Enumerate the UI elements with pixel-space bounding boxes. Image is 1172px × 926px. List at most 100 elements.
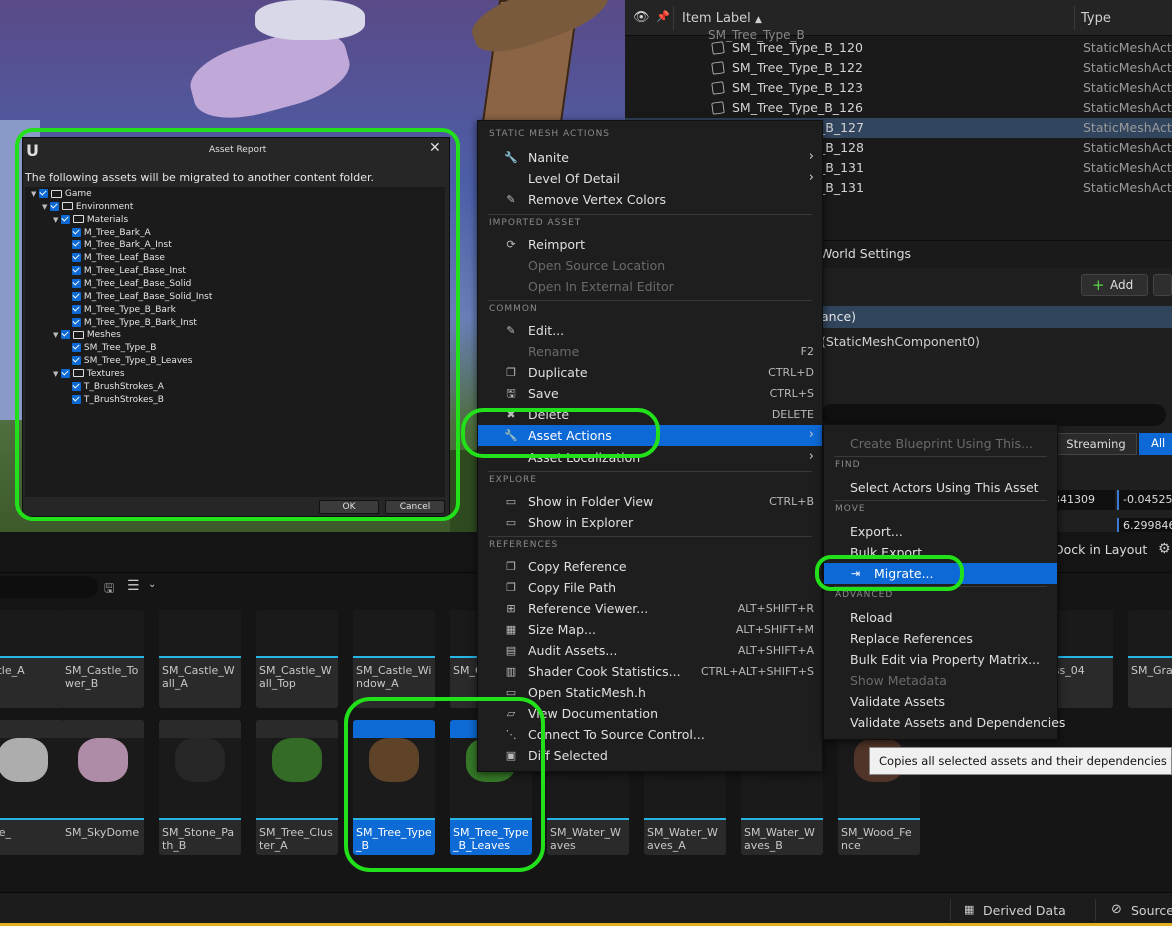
- tree-folder-row[interactable]: ▼ Environment: [42, 201, 133, 215]
- details-search-input[interactable]: [821, 404, 1166, 426]
- menu-item-asset-actions[interactable]: 🔧 Asset Actions ›: [478, 425, 822, 446]
- submenu-item-show-metadata[interactable]: Show Metadata: [824, 670, 1057, 691]
- tree-asset-row[interactable]: M_Tree_Leaf_Base_Inst: [64, 266, 186, 279]
- save-icon[interactable]: 🖫: [104, 579, 114, 600]
- menu-item-connect-to-source-control[interactable]: ⋱ Connect To Source Control...: [478, 724, 822, 745]
- pin-icon[interactable]: 📌: [656, 10, 670, 23]
- tree-folder-row[interactable]: ▼ Game: [31, 189, 92, 202]
- close-icon[interactable]: ✕: [429, 140, 441, 156]
- tree-asset-row[interactable]: M_Tree_Bark_A_Inst: [64, 240, 172, 253]
- menu-item-asset-localization[interactable]: Asset Localization ›: [478, 447, 822, 468]
- submenu-item-create-blueprint-using-this[interactable]: Create Blueprint Using This...: [824, 433, 1057, 454]
- asset-checkbox[interactable]: [72, 253, 81, 263]
- outliner-row[interactable]: SM_Tree_Type_B_120 StaticMeshActor: [625, 38, 1172, 58]
- submenu-item-validate-assets-and-dependencies[interactable]: Validate Assets and Dependencies: [824, 712, 1065, 733]
- asset-tile[interactable]: SM_Castle_Wall_A: [159, 610, 241, 708]
- submenu-item-migrate[interactable]: ⇥ Migrate...: [824, 563, 1057, 584]
- asset-checkbox[interactable]: [72, 381, 81, 391]
- asset-checkbox[interactable]: [72, 343, 81, 353]
- submenu-item-bulk-export[interactable]: Bulk Export: [824, 542, 1057, 563]
- expand-arrow-icon[interactable]: ▼: [53, 216, 61, 224]
- asset-tile[interactable]: SM_SkyDome: [62, 720, 144, 855]
- menu-item-rename[interactable]: Rename F2: [478, 341, 822, 362]
- submenu-item-replace-references[interactable]: Replace References: [824, 628, 1057, 649]
- outliner-row[interactable]: SM_Tree_Type_B_123 StaticMeshActor: [625, 78, 1172, 98]
- menu-item-show-in-folder-view[interactable]: ▭ Show in Folder View CTRL+B: [478, 491, 822, 512]
- world-settings-tab[interactable]: World Settings: [820, 246, 911, 261]
- submenu-item-validate-assets[interactable]: Validate Assets: [824, 691, 1057, 712]
- asset-tile[interactable]: SM_Castle_Window_A: [353, 610, 435, 708]
- submenu-item-reload[interactable]: Reload: [824, 607, 1057, 628]
- dock-in-layout-button[interactable]: Dock in Layout: [1054, 542, 1147, 557]
- tree-folder-row[interactable]: ▼ Meshes: [53, 330, 121, 343]
- all-filter-button[interactable]: All: [1139, 433, 1172, 455]
- expand-arrow-icon[interactable]: ▼: [42, 203, 50, 211]
- menu-item-size-map[interactable]: ▦ Size Map... ALT+SHIFT+M: [478, 619, 822, 640]
- menu-item-save[interactable]: 🖫 Save CTRL+S: [478, 383, 822, 404]
- content-search-input[interactable]: [0, 576, 98, 598]
- menu-item-open-in-external-editor[interactable]: Open In External Editor: [478, 276, 822, 297]
- menu-item-reimport[interactable]: ⟳ Reimport: [478, 234, 822, 255]
- tree-asset-row[interactable]: SM_Tree_Type_B: [64, 343, 156, 356]
- tree-asset-row[interactable]: M_Tree_Type_B_Bark: [64, 304, 176, 318]
- asset-checkbox[interactable]: [61, 214, 70, 224]
- menu-item-duplicate[interactable]: ❐ Duplicate CTRL+D: [478, 362, 822, 383]
- tree-folder-row[interactable]: ▼ Textures: [53, 368, 125, 382]
- asset-checkbox[interactable]: [72, 394, 81, 404]
- menu-item-diff-selected[interactable]: ▣ Diff Selected: [478, 745, 822, 766]
- tree-asset-row[interactable]: SM_Tree_Type_B_Leaves: [64, 356, 192, 369]
- tree-asset-row[interactable]: M_Tree_Leaf_Base_Solid_Inst: [64, 291, 212, 305]
- asset-tile[interactable]: ape_: [0, 720, 64, 855]
- asset-checkbox[interactable]: [61, 368, 70, 378]
- cancel-button[interactable]: Cancel: [385, 500, 445, 514]
- column-item-label[interactable]: Item Label ▲: [682, 11, 762, 26]
- outliner-row[interactable]: SM_Tree_Type_B_122 StaticMeshActor: [625, 58, 1172, 78]
- column-type[interactable]: Type: [1081, 11, 1111, 26]
- tree-folder-row[interactable]: ▼ Materials: [53, 214, 128, 228]
- ok-button[interactable]: OK: [319, 500, 379, 514]
- menu-item-view-documentation[interactable]: ▱ View Documentation: [478, 703, 822, 724]
- menu-item-reference-viewer[interactable]: ⊞ Reference Viewer... ALT+SHIFT+R: [478, 598, 822, 619]
- asset-checkbox[interactable]: [72, 240, 81, 250]
- asset-checkbox[interactable]: [72, 278, 81, 288]
- menu-item-remove-vertex-colors[interactable]: ✎ Remove Vertex Colors: [478, 189, 822, 210]
- asset-checkbox[interactable]: [61, 330, 70, 340]
- asset-tile[interactable]: SM_Castle_Tower_B: [62, 610, 144, 708]
- tree-asset-row[interactable]: M_Tree_Bark_A: [64, 227, 151, 241]
- outliner-row[interactable]: SM_Tree_Type_B_126 StaticMeshActor: [625, 98, 1172, 118]
- asset-checkbox[interactable]: [50, 201, 59, 211]
- asset-tile[interactable]: SM_Gras: [1128, 610, 1172, 708]
- asset-checkbox[interactable]: [39, 189, 48, 198]
- transform-field[interactable]: -0.045251: [1117, 490, 1172, 510]
- menu-item-open-staticmesh-h[interactable]: ▭ Open StaticMesh.h: [478, 682, 822, 703]
- asset-tile[interactable]: SM_Tree_Type_B: [353, 720, 435, 855]
- chevron-down-icon[interactable]: ⌄: [148, 579, 156, 590]
- expand-arrow-icon[interactable]: ▼: [31, 190, 39, 198]
- transform-field[interactable]: 6.299846: [1117, 518, 1172, 532]
- asset-checkbox[interactable]: [72, 266, 81, 276]
- menu-item-edit[interactable]: ✎ Edit...: [478, 320, 822, 341]
- asset-tile[interactable]: SM_Castle_Wall_Top: [256, 610, 338, 708]
- source-control-button[interactable]: Source: [1131, 903, 1172, 918]
- menu-item-delete[interactable]: ✖ Delete DELETE: [478, 404, 822, 425]
- tree-asset-row[interactable]: M_Tree_Type_B_Bark_Inst: [64, 317, 197, 331]
- tree-asset-row[interactable]: M_Tree_Leaf_Base_Solid: [64, 278, 191, 292]
- gear-icon[interactable]: ⚙: [1158, 541, 1171, 557]
- eye-icon[interactable]: 👁: [633, 10, 650, 25]
- asset-tile[interactable]: SM_Wood_Fence: [838, 720, 920, 855]
- asset-checkbox[interactable]: [72, 227, 81, 237]
- filter-icon[interactable]: ☰: [127, 578, 140, 594]
- asset-checkbox[interactable]: [72, 304, 81, 314]
- tree-asset-row[interactable]: M_Tree_Leaf_Base: [64, 253, 165, 266]
- tree-asset-row[interactable]: T_BrushStrokes_B: [64, 394, 164, 408]
- asset-checkbox[interactable]: [72, 291, 81, 301]
- expand-arrow-icon[interactable]: ▼: [53, 331, 61, 339]
- asset-checkbox[interactable]: [72, 356, 81, 366]
- blueprint-button[interactable]: [1153, 274, 1172, 296]
- menu-item-copy-reference[interactable]: ❐ Copy Reference: [478, 556, 822, 577]
- menu-item-nanite[interactable]: 🔧 Nanite ›: [478, 147, 822, 168]
- submenu-item-bulk-edit-via-property-matrix[interactable]: Bulk Edit via Property Matrix...: [824, 649, 1057, 670]
- expand-arrow-icon[interactable]: ▼: [53, 370, 61, 378]
- component-row[interactable]: (StaticMeshComponent0): [821, 334, 980, 349]
- menu-item-open-source-location[interactable]: Open Source Location: [478, 255, 822, 276]
